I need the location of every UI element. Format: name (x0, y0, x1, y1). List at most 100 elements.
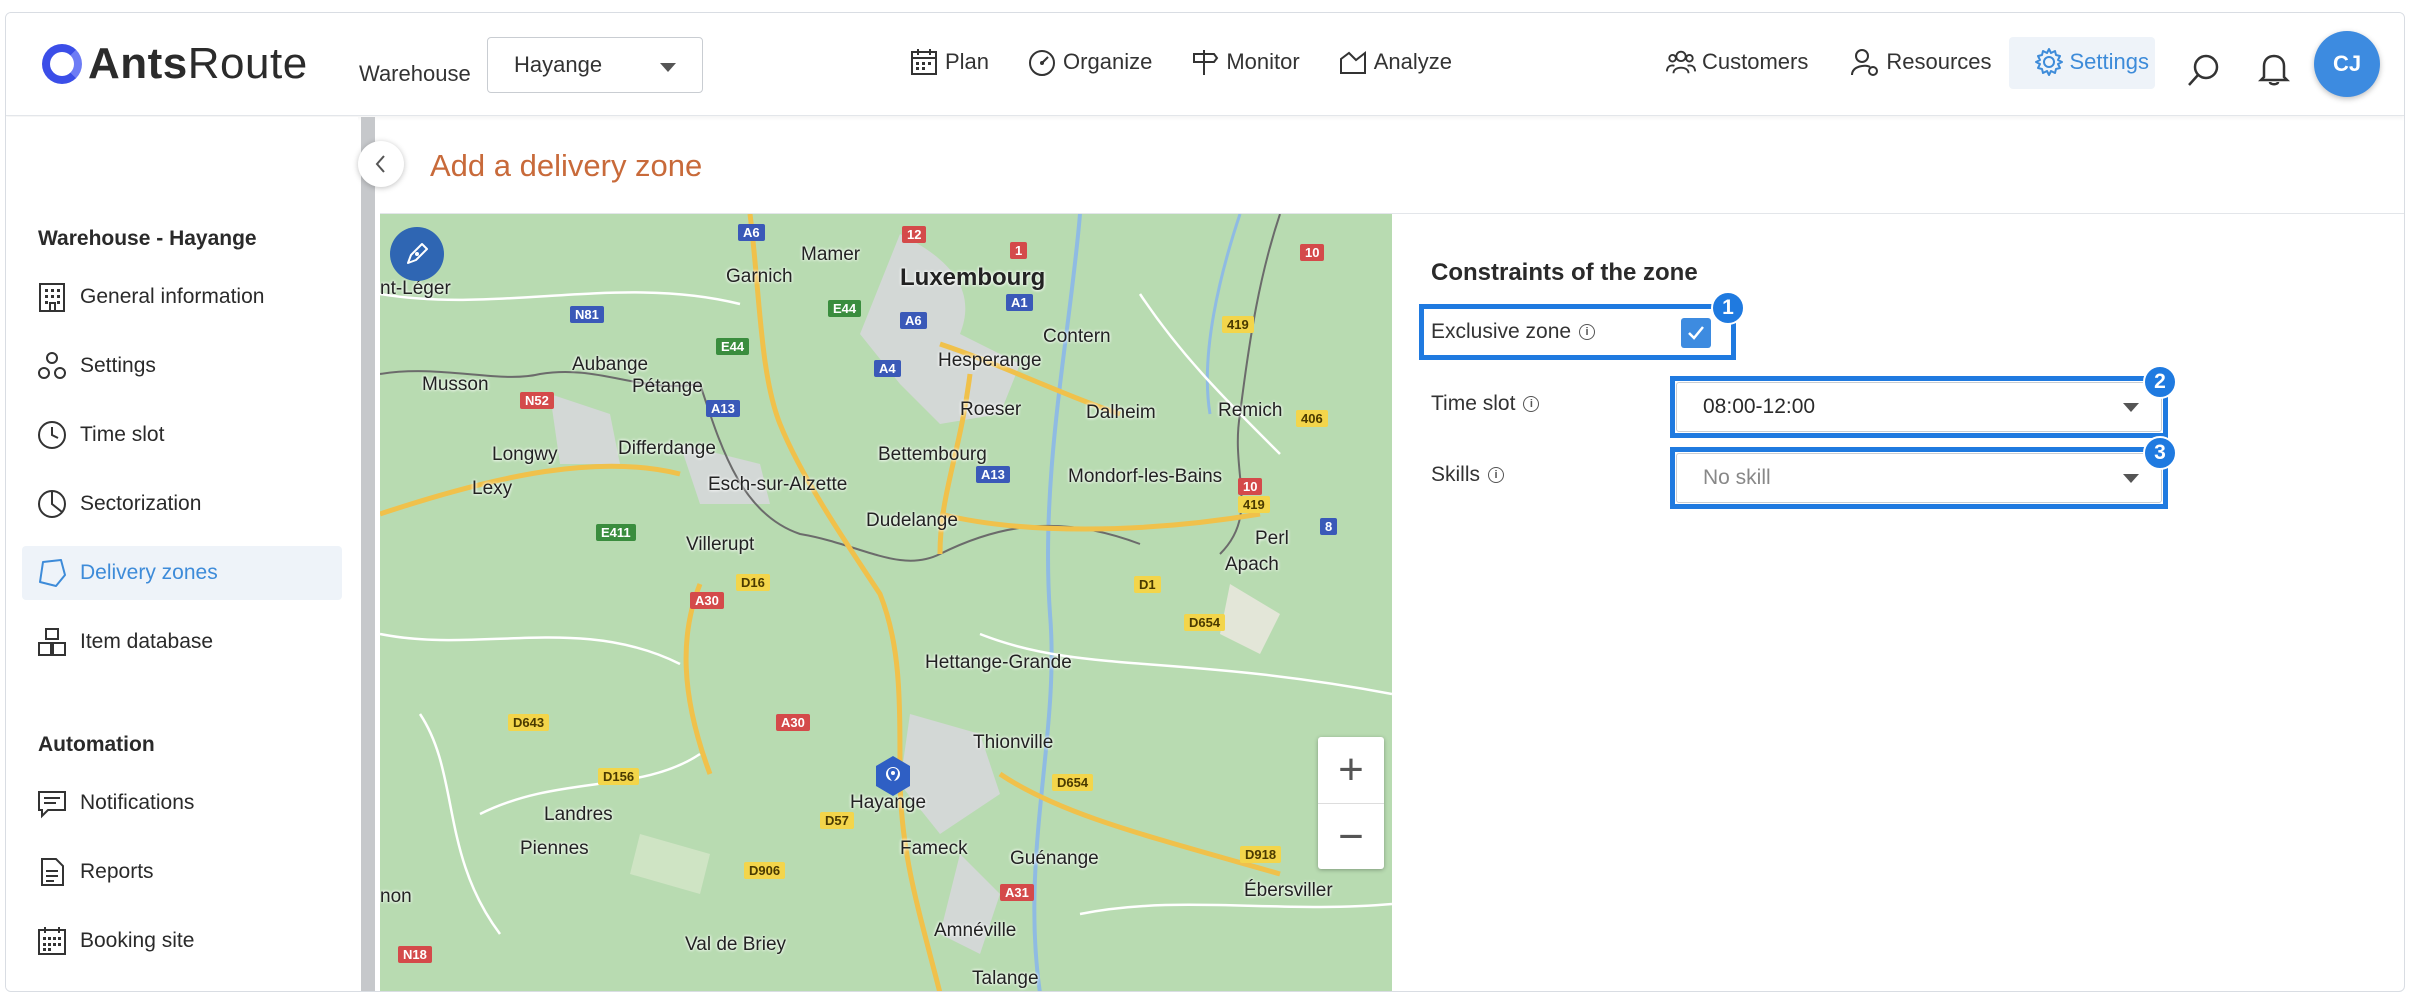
nav-settings-label: Settings (2069, 49, 2150, 74)
draw-zone-button[interactable] (390, 227, 444, 281)
message-icon (38, 791, 66, 819)
map-place: Dudelange (866, 510, 958, 531)
road-shield: A30 (690, 592, 724, 609)
road-shield: E44 (716, 338, 750, 355)
info-icon[interactable]: i (1523, 396, 1540, 412)
antsroute-logo[interactable]: AntsRoute (42, 39, 308, 89)
road-shield: D918 (1240, 846, 1282, 863)
zoom-in-button[interactable]: + (1318, 737, 1384, 803)
road-shield: A6 (900, 312, 927, 329)
sidebar-section-automation: Automation (38, 733, 155, 756)
map-place: Pétange (632, 376, 703, 397)
road-shield: D643 (508, 714, 550, 731)
nav-organize-label: Organize (1063, 49, 1153, 74)
top-bar: AntsRoute Warehouse Hayange Plan Organiz… (6, 13, 2404, 116)
road-shield: D654 (1052, 774, 1094, 791)
map-place: Amnéville (934, 920, 1017, 941)
nav-plan-label: Plan (945, 49, 990, 74)
step-badge-1: 1 (1711, 291, 1745, 325)
sidebar: Warehouse - Hayange General information … (6, 117, 358, 991)
app-window: AntsRoute Warehouse Hayange Plan Organiz… (5, 12, 2405, 992)
map-zoom-control: + − (1318, 737, 1384, 869)
sidebar-item-label: Settings (80, 354, 156, 377)
map-place: Talange (972, 968, 1039, 989)
document-icon (41, 858, 64, 886)
gauge-icon (1029, 50, 1056, 76)
map-place: Esch-sur-Alzette (708, 474, 848, 495)
sidebar-item-general-information[interactable]: General information (22, 270, 342, 324)
sidebar-item-delivery-zones[interactable]: Delivery zones (22, 546, 342, 600)
search-icon[interactable] (2186, 53, 2222, 89)
sidebar-item-label: Sectorization (80, 492, 202, 515)
sidebar-scrollbar[interactable] (361, 117, 375, 991)
map-place: Piennes (520, 838, 589, 859)
nav-analyze-label: Analyze (1373, 49, 1452, 74)
road-shield: A6 (738, 224, 765, 241)
zoom-out-button[interactable]: − (1318, 803, 1384, 869)
location-pin-icon[interactable] (872, 754, 914, 804)
sidebar-item-reports[interactable]: Reports (22, 845, 342, 899)
nav-organize[interactable]: Organize (1027, 47, 1152, 77)
road-shield: N52 (520, 392, 554, 409)
sidebar-item-settings[interactable]: Settings (22, 339, 342, 393)
nav-plan[interactable]: Plan (909, 47, 989, 77)
main-nav: Plan Organize Monitor Analyze (909, 47, 1452, 77)
map-place: Differdange (618, 438, 716, 459)
road-shield: 10 (1300, 244, 1325, 261)
map-place: Dalheim (1086, 402, 1156, 423)
calendar-icon (911, 49, 937, 75)
map-place: Hettange-Grande (925, 652, 1072, 673)
sidebar-item-time-slot[interactable]: Time slot (22, 408, 342, 462)
road-shield: E411 (596, 524, 636, 541)
signpost-icon (1193, 50, 1219, 75)
map-place: Val de Briey (685, 934, 787, 955)
map-place: Thionville (973, 732, 1054, 753)
road-shield: 419 (1238, 496, 1270, 513)
road-shield: A13 (976, 466, 1010, 483)
map-place: Ébersviller (1244, 880, 1333, 901)
info-icon[interactable]: i (1488, 467, 1505, 483)
map-place: non (380, 886, 412, 907)
road-shield: D16 (736, 574, 770, 591)
highlight-box-1 (1419, 304, 1736, 360)
nav-monitor[interactable]: Monitor (1190, 47, 1300, 77)
map-place: Bettembourg (878, 444, 987, 465)
nav-resources[interactable]: Resources (1850, 47, 1992, 77)
road-shield: D654 (1184, 614, 1226, 631)
nav-analyze[interactable]: Analyze (1338, 47, 1452, 77)
road-shield: E44 (828, 300, 862, 317)
chart-icon (1339, 50, 1366, 74)
constraints-title: Constraints of the zone (1431, 259, 1698, 286)
map-place: Roeser (960, 399, 1022, 420)
skills-text: Skills (1431, 463, 1481, 486)
road-shield: N18 (398, 946, 432, 963)
clock-icon (38, 421, 66, 449)
settings-icon (38, 352, 66, 379)
chevron-left-icon (375, 155, 385, 173)
sidebar-item-sectorization[interactable]: Sectorization (22, 477, 342, 531)
nav-settings[interactable]: Settings (2034, 47, 2150, 77)
user-avatar[interactable]: CJ (2314, 31, 2380, 97)
step-badge-3: 3 (2143, 436, 2177, 470)
zone-icon (39, 559, 66, 587)
road-shield: 8 (1320, 518, 1338, 535)
logo-text-light: Route (187, 39, 308, 88)
map[interactable]: Mamer Garnich Luxembourg nt-Léger Conter… (380, 214, 1392, 991)
bell-icon[interactable] (2258, 51, 2290, 87)
road-shield: D906 (744, 862, 786, 879)
map-place: Luxembourg (900, 264, 1046, 291)
collapse-sidebar-button[interactable] (358, 141, 404, 187)
nav-customers[interactable]: Customers (1665, 47, 1808, 77)
warehouse-select[interactable]: Hayange (487, 37, 703, 93)
sidebar-item-item-database[interactable]: Item database (22, 615, 342, 669)
sidebar-item-label: Item database (80, 630, 214, 653)
pen-icon (407, 243, 428, 264)
road-shield: 10 (1238, 478, 1263, 495)
logo-text-bold: Ants (88, 39, 188, 88)
warehouse-value: Hayange (514, 52, 603, 77)
sidebar-item-notifications[interactable]: Notifications (22, 776, 342, 830)
customers-icon (1665, 50, 1696, 74)
road-shield: A13 (706, 400, 740, 417)
sidebar-item-booking-site[interactable]: Booking site (22, 914, 342, 968)
map-place: nt-Léger (380, 278, 451, 299)
